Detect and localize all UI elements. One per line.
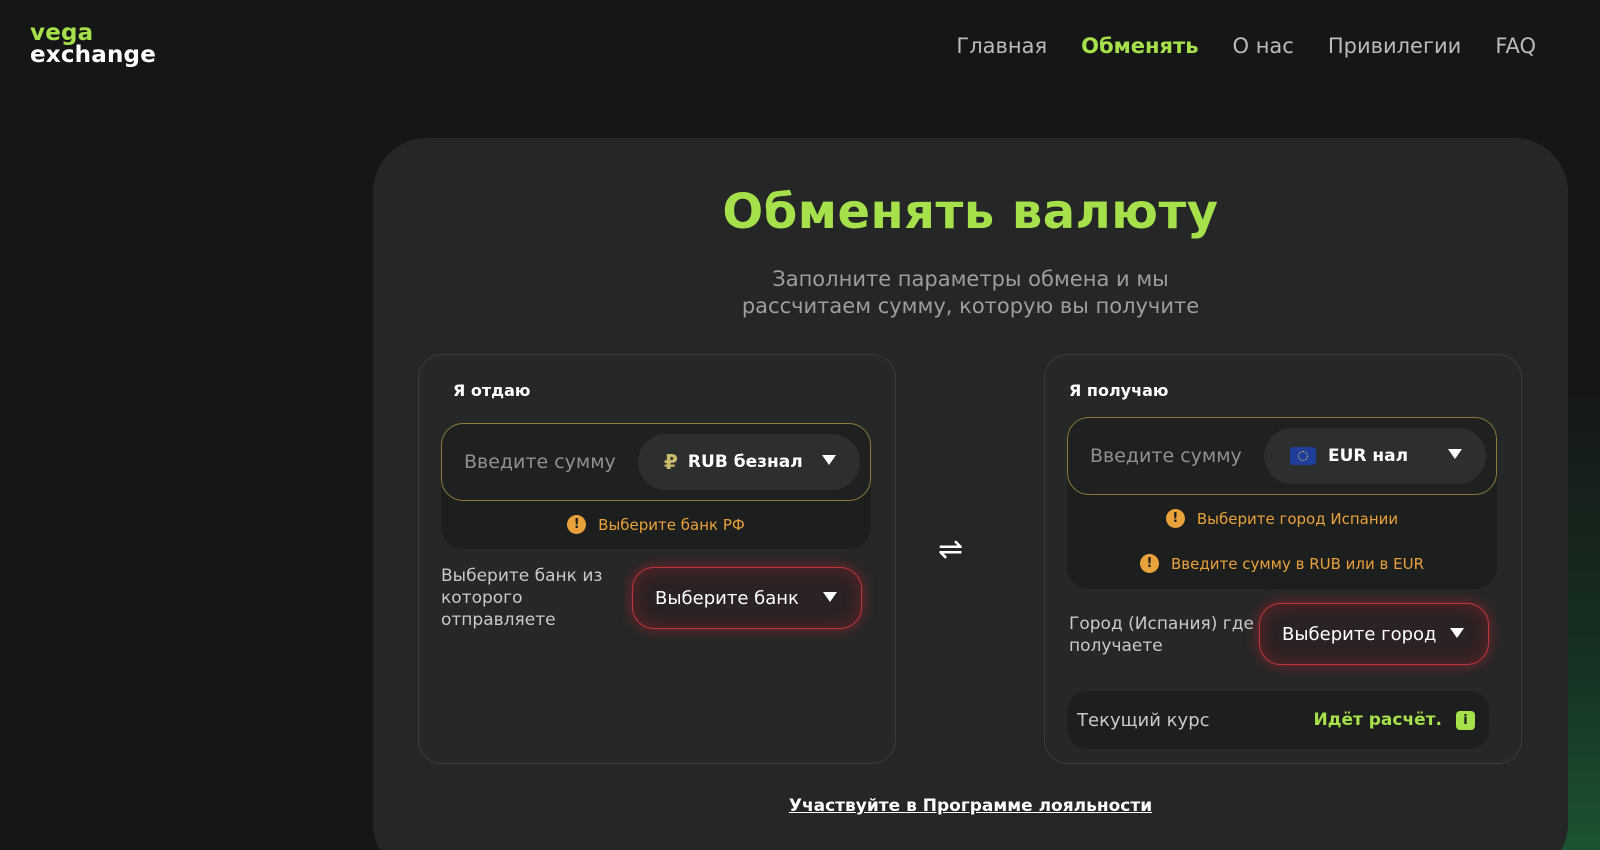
- amount-warning: ! Введите сумму в RUB или в EUR: [1067, 554, 1497, 573]
- logo-line-2: exchange: [30, 42, 156, 68]
- give-warning: ! Выберите банк РФ: [441, 515, 871, 534]
- rate-box: Текущий курс Идёт расчёт. i: [1067, 691, 1489, 749]
- give-panel: Я отдаю Введите сумму ₽ RUB безнал ! Выб…: [418, 354, 896, 764]
- amount-warning-text: Введите сумму в RUB или в EUR: [1170, 554, 1425, 573]
- receive-currency-select[interactable]: EUR нал: [1264, 428, 1486, 484]
- nav-privileges[interactable]: Привилегии: [1328, 34, 1461, 58]
- loyalty-link[interactable]: Участвуйте в Программе лояльности: [373, 796, 1568, 816]
- rate-status: Идёт расчёт.: [1313, 710, 1443, 730]
- city-warning: ! Выберите город Испании: [1067, 509, 1497, 528]
- brand-logo[interactable]: vega exchange: [30, 20, 156, 68]
- chevron-down-icon: [1450, 628, 1464, 638]
- receive-label: Я получаю: [1069, 381, 1169, 400]
- chevron-down-icon: [822, 455, 836, 465]
- bank-field-label: Выберите банк из которого отправляете: [441, 566, 603, 630]
- warning-icon: !: [1165, 509, 1185, 528]
- logo-line-1: vega: [30, 20, 94, 46]
- city-warning-text: Выберите город Испании: [1196, 509, 1399, 528]
- city-field-label: Город (Испания) где получаете: [1069, 614, 1254, 656]
- bank-select-label: Выберите банк: [655, 587, 799, 609]
- nav-exchange[interactable]: Обменять: [1081, 34, 1198, 58]
- bank-select[interactable]: Выберите банк: [632, 567, 862, 629]
- city-select[interactable]: Выберите город: [1259, 603, 1489, 665]
- nav-home[interactable]: Главная: [956, 34, 1047, 58]
- info-icon[interactable]: i: [1456, 710, 1475, 730]
- warning-icon: !: [567, 515, 587, 534]
- nav-faq[interactable]: FAQ: [1495, 34, 1536, 58]
- subtitle-line-1: Заполните параметры обмена и мы: [772, 267, 1169, 291]
- ruble-icon: ₽: [664, 450, 678, 474]
- give-amount-group: Введите сумму ₽ RUB безнал ! Выберите ба…: [441, 423, 871, 549]
- receive-amount-input[interactable]: Введите сумму EUR нал: [1067, 417, 1497, 495]
- receive-amount-group: Введите сумму EUR нал ! Выберите город И…: [1067, 417, 1497, 589]
- exchange-card: Обменять валюту Заполните параметры обме…: [373, 138, 1568, 850]
- page-title: Обменять валюту: [722, 184, 1219, 240]
- give-currency-select[interactable]: ₽ RUB безнал: [638, 434, 860, 490]
- give-amount-input[interactable]: Введите сумму ₽ RUB безнал: [441, 423, 871, 501]
- eu-flag-icon: [1290, 447, 1316, 465]
- give-amount-placeholder: Введите сумму: [464, 451, 616, 473]
- swap-icon[interactable]: ⇌: [938, 532, 963, 567]
- receive-amount-placeholder: Введите сумму: [1090, 445, 1242, 467]
- city-select-label: Выберите город: [1282, 623, 1437, 645]
- give-label: Я отдаю: [453, 381, 531, 400]
- give-currency-label: RUB безнал: [687, 452, 803, 472]
- receive-currency-label: EUR нал: [1328, 446, 1409, 466]
- page-subtitle: Заполните параметры обмена и мы рассчита…: [373, 266, 1568, 320]
- receive-panel: Я получаю Введите сумму EUR нал ! Выбери…: [1044, 354, 1522, 764]
- warning-icon: !: [1139, 554, 1159, 573]
- chevron-down-icon: [823, 592, 837, 602]
- rate-label: Текущий курс: [1077, 709, 1210, 731]
- top-nav: Главная Обменять О нас Привилегии FAQ: [956, 34, 1536, 58]
- nav-about[interactable]: О нас: [1232, 34, 1293, 58]
- give-warning-text: Выберите банк РФ: [598, 515, 745, 534]
- subtitle-line-2: рассчитаем сумму, которую вы получите: [741, 294, 1200, 318]
- chevron-down-icon: [1448, 449, 1462, 459]
